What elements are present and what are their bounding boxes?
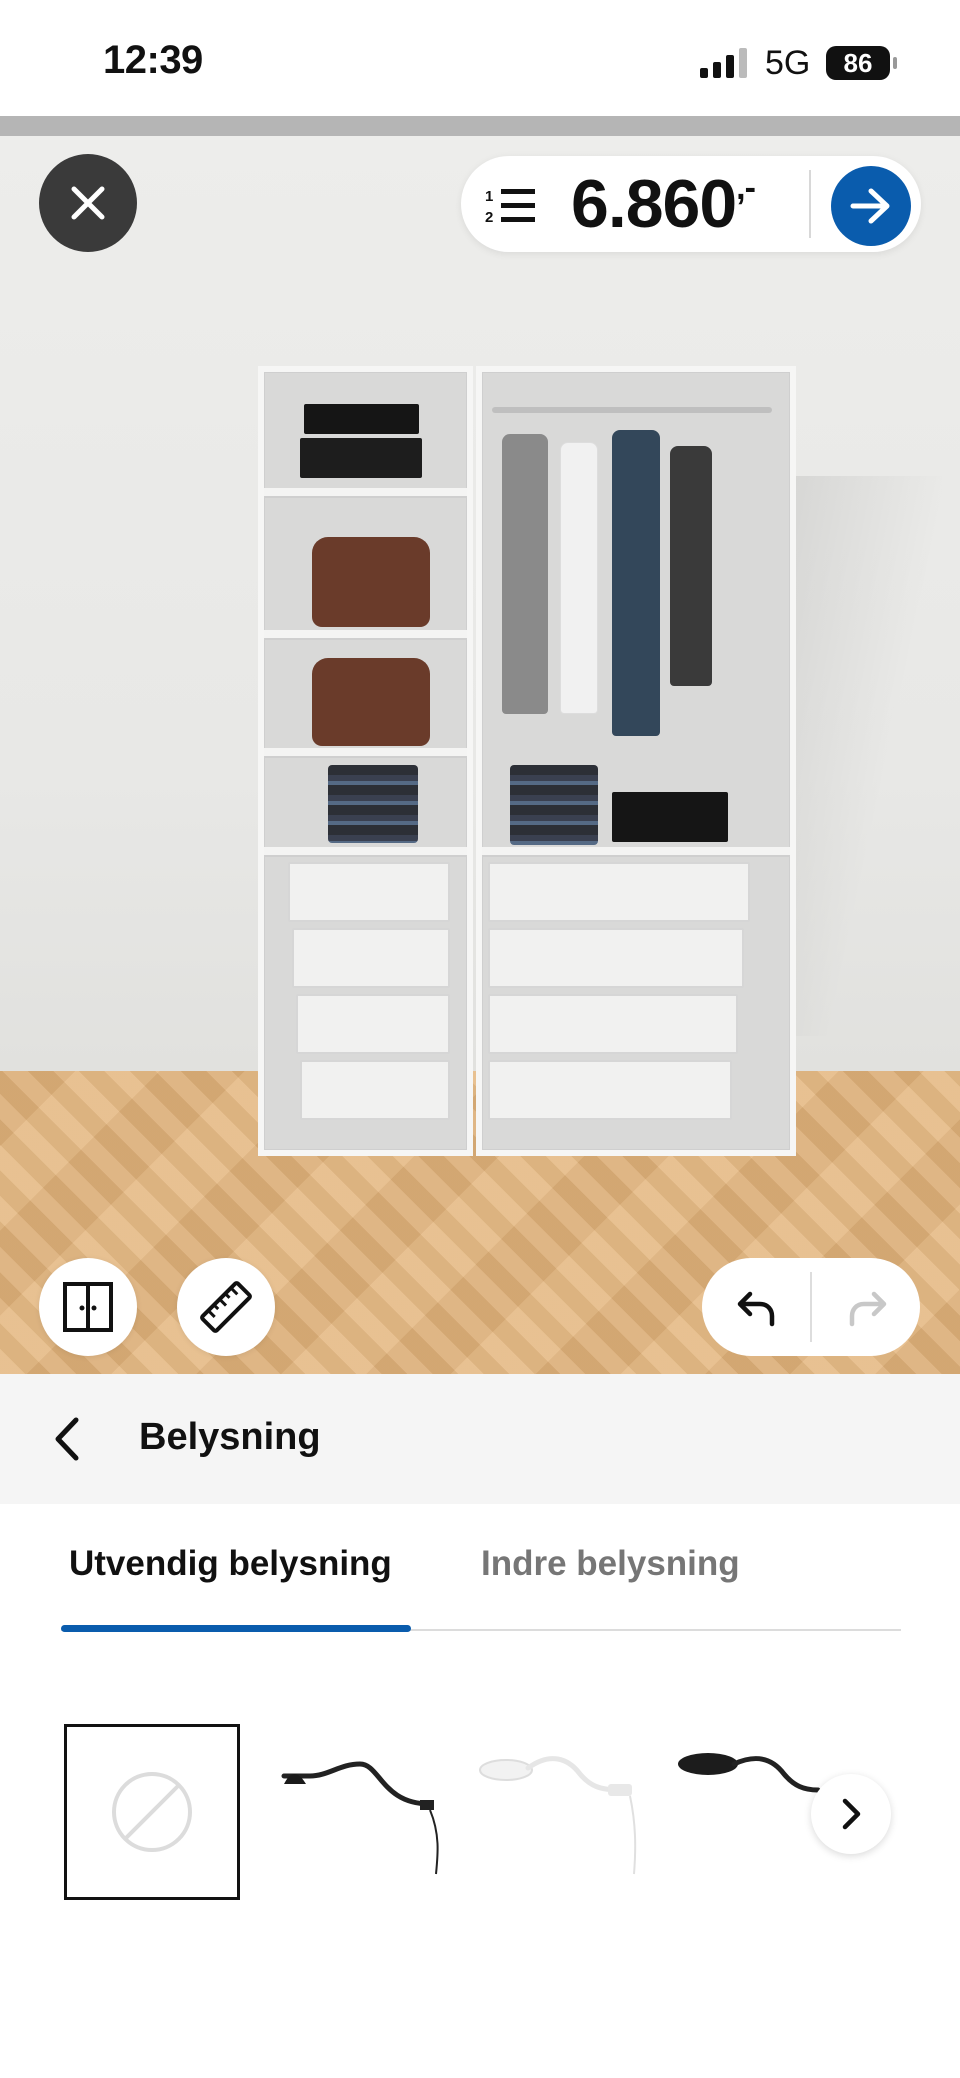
- signal-icon: [700, 48, 747, 78]
- wall-lamp-black-icon: [281, 1761, 439, 1875]
- tab-interior-lighting[interactable]: Indre belysning: [481, 1544, 740, 1584]
- numbered-list-icon: 1 2: [485, 188, 535, 226]
- shelf: [482, 847, 790, 857]
- close-button[interactable]: [39, 154, 137, 252]
- bag: [312, 658, 430, 746]
- options-next-button[interactable]: [811, 1774, 891, 1854]
- status-bar: 12:39 5G 86: [0, 0, 960, 116]
- undo-redo-group: [702, 1258, 920, 1356]
- drawer[interactable]: [296, 994, 450, 1054]
- chevron-right-icon: [842, 1798, 861, 1830]
- bag: [312, 537, 430, 627]
- wardrobe-right-section[interactable]: [476, 366, 796, 1156]
- shelf: [264, 488, 467, 498]
- double-door-icon: [63, 1282, 113, 1332]
- hanging-garment: [560, 442, 598, 714]
- drawer[interactable]: [300, 1060, 450, 1120]
- lighting-options: [0, 1634, 960, 2078]
- battery-icon: 86: [826, 46, 897, 80]
- lighting-tabs: Utvendig belysning Indre belysning: [0, 1504, 960, 1634]
- proceed-button[interactable]: [831, 166, 911, 246]
- status-time: 12:39: [103, 38, 203, 82]
- clothes-rail: [492, 407, 772, 413]
- drawer[interactable]: [488, 1060, 732, 1120]
- option-lamp-white[interactable]: [470, 1724, 646, 1900]
- shelf: [264, 748, 467, 758]
- close-icon: [71, 186, 105, 220]
- drawer[interactable]: [488, 928, 744, 988]
- doors-toggle-button[interactable]: [39, 1258, 137, 1356]
- chevron-left-icon: [55, 1417, 79, 1461]
- section-title: Belysning: [139, 1416, 321, 1458]
- shelf: [264, 630, 467, 640]
- divider: [810, 1272, 812, 1342]
- wardrobe-left-section[interactable]: [258, 366, 473, 1156]
- price-summary[interactable]: 1 2 6.860,-: [461, 156, 921, 252]
- storage-box: [304, 404, 419, 434]
- folded-clothes: [328, 765, 418, 843]
- back-button[interactable]: [48, 1414, 88, 1469]
- drawer[interactable]: [288, 862, 450, 922]
- total-price: 6.860,-: [571, 166, 756, 242]
- option-none[interactable]: [64, 1724, 240, 1900]
- hanging-garment: [670, 446, 712, 686]
- active-tab-indicator: [61, 1625, 411, 1632]
- hanging-garment: [502, 434, 548, 714]
- price-value: 6.860: [571, 166, 737, 242]
- storage-box: [300, 438, 422, 478]
- wardrobe-model[interactable]: [258, 366, 798, 1156]
- shelf: [264, 847, 467, 857]
- network-type: 5G: [765, 44, 811, 82]
- folded-clothes: [510, 765, 598, 845]
- option-lamp-black[interactable]: [270, 1724, 446, 1900]
- price-suffix: ,-: [736, 169, 756, 207]
- redo-button[interactable]: [838, 1280, 894, 1341]
- storage-box: [612, 792, 728, 842]
- battery-level: 86: [843, 47, 873, 78]
- svg-text:1: 1: [485, 188, 493, 205]
- no-symbol-icon: [112, 1772, 192, 1852]
- drawer[interactable]: [488, 994, 738, 1054]
- drawer[interactable]: [488, 862, 750, 922]
- divider: [809, 170, 811, 238]
- tab-exterior-lighting[interactable]: Utvendig belysning: [69, 1544, 392, 1584]
- drawer[interactable]: [292, 928, 450, 988]
- scene-top-edge: [0, 116, 960, 136]
- svg-text:2: 2: [485, 209, 493, 226]
- hanging-garment: [612, 430, 660, 736]
- redo-icon: [849, 1291, 887, 1327]
- section-header: Belysning: [0, 1374, 960, 1504]
- wall-lamp-white-icon: [479, 1756, 637, 1875]
- measure-button[interactable]: [177, 1258, 275, 1356]
- planner-3d-view[interactable]: 1 2 6.860,-: [0, 116, 960, 1374]
- ruler-icon: [200, 1281, 252, 1333]
- arrow-right-icon: [850, 188, 890, 224]
- undo-icon: [737, 1291, 775, 1327]
- undo-button[interactable]: [730, 1280, 786, 1341]
